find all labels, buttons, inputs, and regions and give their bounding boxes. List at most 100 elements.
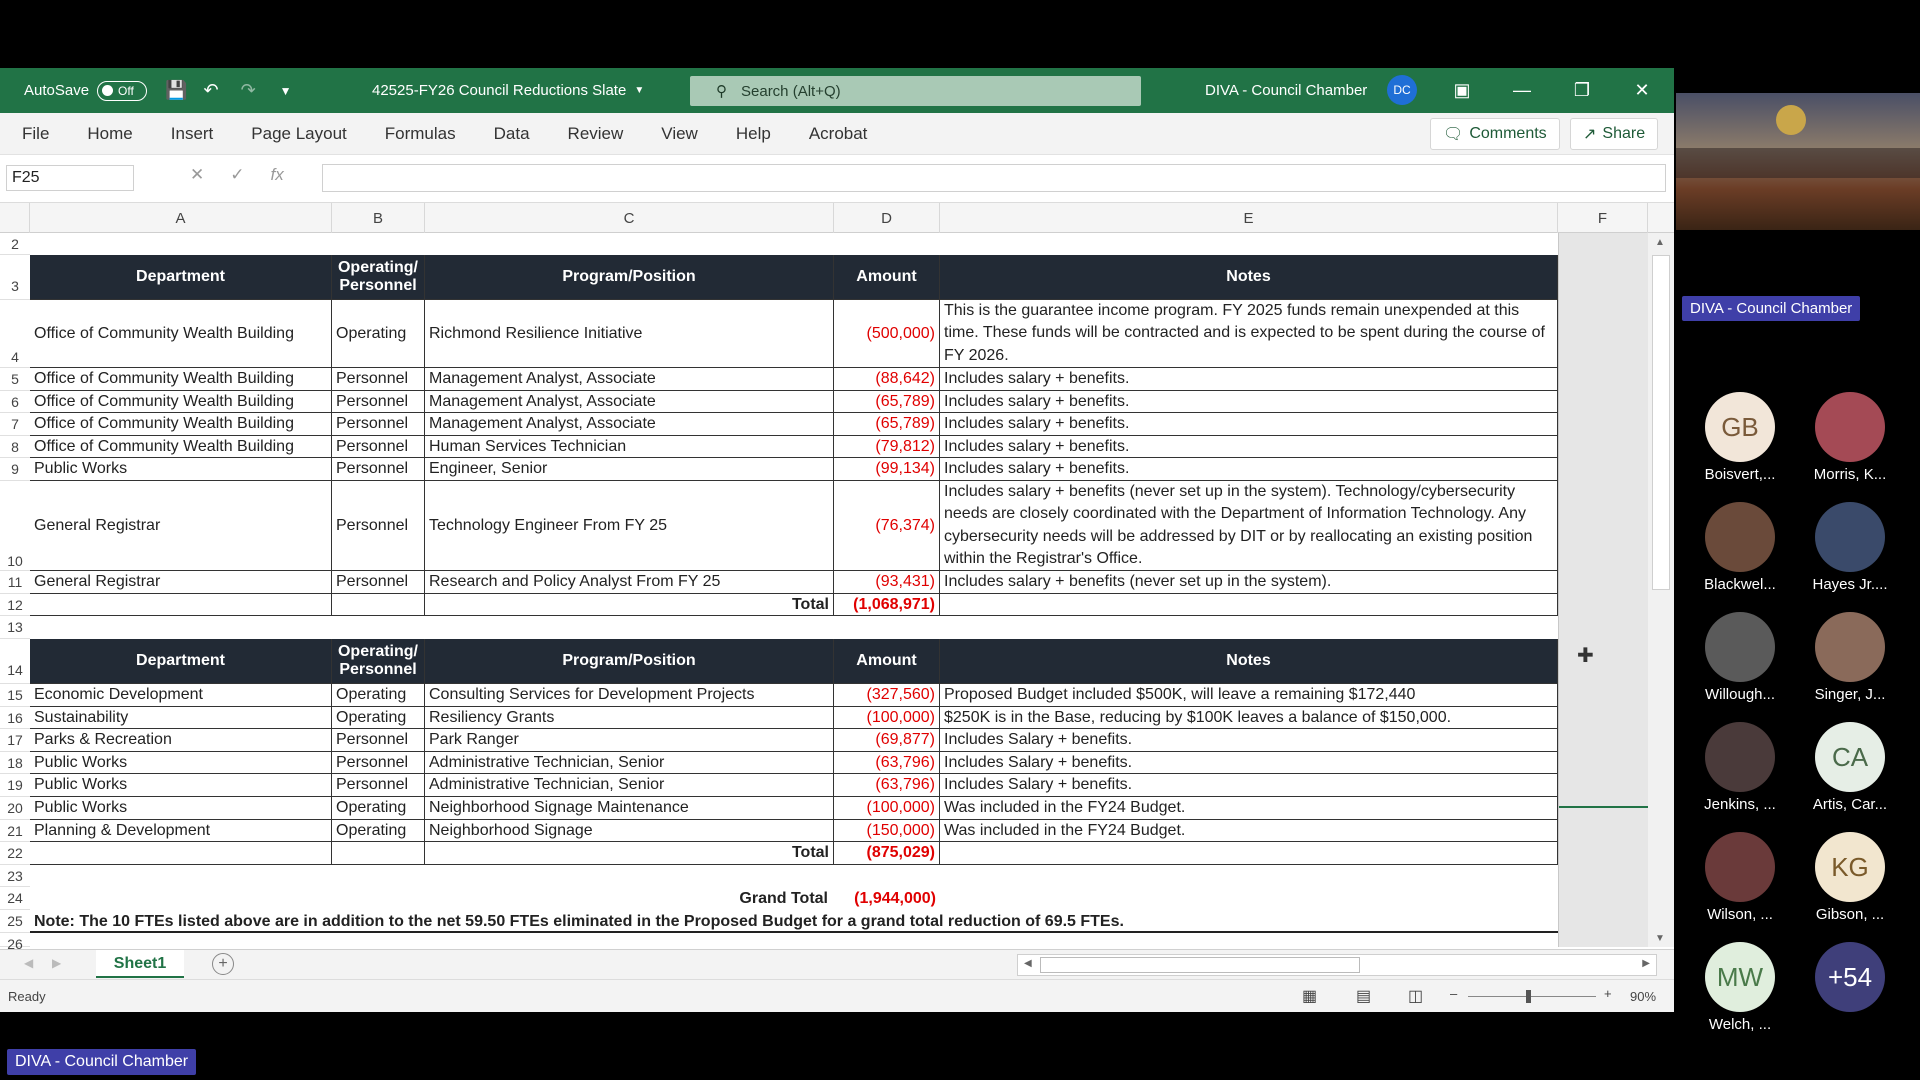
row-header[interactable]: 14 xyxy=(0,639,30,684)
col-header-b[interactable]: B xyxy=(332,203,425,233)
row-header[interactable]: 23 xyxy=(0,865,30,887)
cell-empty[interactable] xyxy=(30,594,332,616)
minimize-icon[interactable]: — xyxy=(1492,68,1552,113)
cell-program[interactable]: Administrative Technician, Senior xyxy=(425,774,834,797)
filename-dropdown[interactable]: 42525-FY26 Council Reductions Slate ▼ xyxy=(372,82,644,99)
row-header[interactable]: 22 xyxy=(0,842,30,865)
col-header-d[interactable]: D xyxy=(834,203,940,233)
close-icon[interactable]: ✕ xyxy=(1612,68,1672,113)
hscroll-thumb[interactable] xyxy=(1040,957,1360,973)
cell-department[interactable]: Public Works xyxy=(30,797,332,820)
cell-empty[interactable] xyxy=(940,842,1558,865)
participant-tile[interactable]: +54 xyxy=(1795,942,1905,1016)
cell-department[interactable]: General Registrar xyxy=(30,481,332,571)
cell-notes[interactable]: Includes Salary + benefits. xyxy=(940,752,1558,774)
cell-type[interactable]: Operating xyxy=(332,797,425,820)
column-f-selected[interactable] xyxy=(1558,233,1649,947)
col-header-f[interactable]: F xyxy=(1558,203,1648,233)
cell-type[interactable]: Operating xyxy=(332,684,425,707)
header-operating-personnel[interactable]: Operating/ Personnel xyxy=(332,255,425,300)
cell-amount[interactable]: (79,812) xyxy=(834,436,940,458)
cell-notes[interactable]: Includes salary + benefits. xyxy=(940,413,1558,436)
autosave-toggle[interactable]: Off xyxy=(97,80,148,101)
col-header-a[interactable]: A xyxy=(30,203,332,233)
cell-notes[interactable]: Includes salary + benefits. xyxy=(940,391,1558,413)
ribbon-display-icon[interactable]: ▣ xyxy=(1432,68,1492,113)
cell-amount[interactable]: (76,374) xyxy=(834,481,940,571)
cell-notes[interactable]: Includes salary + benefits. xyxy=(940,368,1558,391)
cell-amount[interactable]: (100,000) xyxy=(834,707,940,729)
menu-formulas[interactable]: Formulas xyxy=(385,124,456,144)
row-header[interactable]: 6 xyxy=(0,391,30,413)
cell-amount[interactable]: (65,789) xyxy=(834,391,940,413)
cell-type[interactable]: Personnel xyxy=(332,368,425,391)
row-header[interactable]: 12 xyxy=(0,594,30,616)
menu-file[interactable]: File xyxy=(22,124,49,144)
header-amount[interactable]: Amount xyxy=(834,255,940,300)
cell-program[interactable]: Human Services Technician xyxy=(425,436,834,458)
zoom-thumb[interactable] xyxy=(1526,990,1531,1003)
cell-type[interactable]: Personnel xyxy=(332,729,425,752)
cell-department[interactable]: Public Works xyxy=(30,752,332,774)
header-operating-personnel[interactable]: Operating/ Personnel xyxy=(332,639,425,684)
row-header[interactable]: 24 xyxy=(0,887,30,910)
customize-qat-icon[interactable]: ▼ xyxy=(280,84,292,98)
cell-program[interactable]: Park Ranger xyxy=(425,729,834,752)
row-header[interactable]: 4 xyxy=(0,300,30,368)
menu-view[interactable]: View xyxy=(661,124,698,144)
participant-tile[interactable]: Morris, K... xyxy=(1795,392,1905,483)
cell-program[interactable]: Research and Policy Analyst From FY 25 xyxy=(425,571,834,594)
cell-amount[interactable]: (69,877) xyxy=(834,729,940,752)
header-notes[interactable]: Notes xyxy=(940,255,1558,300)
row-header[interactable]: 16 xyxy=(0,707,30,729)
participant-tile[interactable]: Jenkins, ... xyxy=(1685,722,1795,813)
cell-department[interactable]: Planning & Development xyxy=(30,820,332,842)
formula-input[interactable] xyxy=(322,164,1666,192)
cell-notes[interactable]: Includes salary + benefits. xyxy=(940,458,1558,481)
header-notes[interactable]: Notes xyxy=(940,639,1558,684)
cell-program[interactable]: Neighborhood Signage Maintenance xyxy=(425,797,834,820)
header-department[interactable]: Department xyxy=(30,639,332,684)
cell-department[interactable]: Office of Community Wealth Building xyxy=(30,368,332,391)
participant-tile[interactable]: Hayes Jr.... xyxy=(1795,502,1905,593)
row-header[interactable]: 3 xyxy=(0,255,30,300)
total-label[interactable]: Total xyxy=(425,842,834,865)
redo-icon[interactable]: ↷ xyxy=(241,80,256,101)
autosave-control[interactable]: AutoSave Off xyxy=(24,80,148,101)
row-header[interactable]: 25 xyxy=(0,910,30,933)
cell-type[interactable]: Personnel xyxy=(332,481,425,571)
cell-notes[interactable]: Was included in the FY24 Budget. xyxy=(940,820,1558,842)
total-amount[interactable]: (875,029) xyxy=(834,842,940,865)
participant-tile[interactable]: Wilson, ... xyxy=(1685,832,1795,923)
cell-program[interactable]: Administrative Technician, Senior xyxy=(425,752,834,774)
cell-empty[interactable] xyxy=(30,842,332,865)
row-header[interactable]: 7 xyxy=(0,413,30,436)
grand-total-amount[interactable]: (1,944,000) xyxy=(834,887,940,910)
row-header[interactable]: 26 xyxy=(0,933,30,952)
cell-notes[interactable]: Includes salary + benefits. xyxy=(940,436,1558,458)
menu-acrobat[interactable]: Acrobat xyxy=(809,124,868,144)
row-header[interactable]: 13 xyxy=(0,616,30,639)
participant-tile[interactable]: Singer, J... xyxy=(1795,612,1905,703)
save-icon[interactable]: 💾 xyxy=(165,80,187,101)
enter-icon[interactable]: ✓ xyxy=(230,165,244,185)
cell-type[interactable]: Personnel xyxy=(332,774,425,797)
cell-notes[interactable]: This is the guarantee income program. FY… xyxy=(940,300,1558,368)
cell-department[interactable]: Public Works xyxy=(30,774,332,797)
row-header[interactable]: 2 xyxy=(0,233,30,255)
zoom-in-icon[interactable]: + xyxy=(1604,986,1612,1001)
cell-notes[interactable]: $250K is in the Base, reducing by $100K … xyxy=(940,707,1558,729)
cell-notes[interactable]: Includes Salary + benefits. xyxy=(940,774,1558,797)
share-button[interactable]: ↗ Share xyxy=(1570,118,1659,150)
cell-amount[interactable]: (327,560) xyxy=(834,684,940,707)
participant-tile[interactable]: KG Gibson, ... xyxy=(1795,832,1905,923)
row-header[interactable]: 9 xyxy=(0,458,30,481)
total-amount[interactable]: (1,068,971) xyxy=(834,594,940,616)
scroll-left-icon[interactable]: ◀ xyxy=(1024,958,1032,969)
cell-type[interactable]: Operating xyxy=(332,820,425,842)
zoom-level[interactable]: 90% xyxy=(1630,989,1656,1004)
cell-department[interactable]: Parks & Recreation xyxy=(30,729,332,752)
scroll-thumb[interactable] xyxy=(1652,255,1670,590)
cell-department[interactable]: Office of Community Wealth Building xyxy=(30,300,332,368)
cell-amount[interactable]: (100,000) xyxy=(834,797,940,820)
